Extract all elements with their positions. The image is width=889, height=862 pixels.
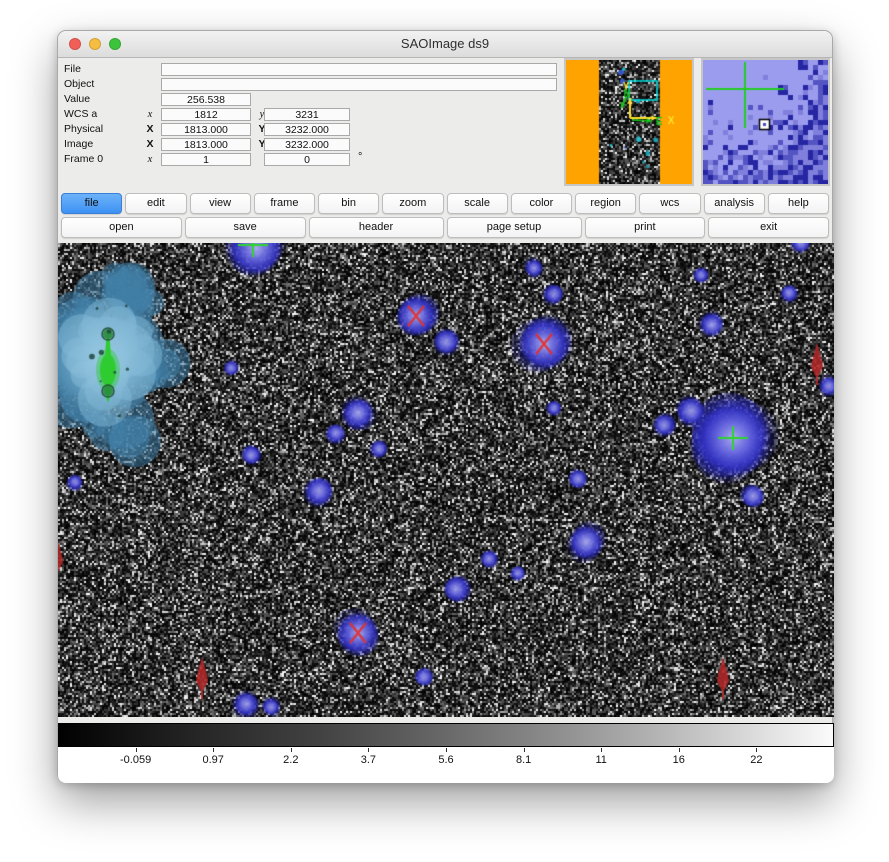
tick-label: 2.2 — [283, 754, 298, 766]
physical-x-axis-label: X — [142, 123, 158, 136]
tick-label: 0.97 — [202, 754, 223, 766]
page-setup-button[interactable]: page setup — [447, 217, 582, 238]
image-x-axis-label: X — [142, 138, 158, 151]
object-label: Object — [64, 78, 154, 91]
tick-label: 16 — [673, 754, 685, 766]
menu-view[interactable]: view — [190, 193, 251, 214]
menu-help[interactable]: help — [768, 193, 829, 214]
colorbar-gradient[interactable] — [58, 723, 834, 747]
object-row: Object — [58, 78, 618, 91]
menu-analysis[interactable]: analysis — [704, 193, 765, 214]
sky-image[interactable] — [58, 243, 834, 717]
tick-label: 22 — [750, 754, 762, 766]
physical-label: Physical — [64, 123, 154, 136]
magnifier — [703, 60, 828, 184]
window-title: SAOImage ds9 — [58, 31, 832, 57]
degree-symbol: ° — [358, 151, 362, 163]
panner[interactable] — [566, 60, 692, 184]
wcs-x-axis-label: x — [142, 108, 158, 121]
save-button[interactable]: save — [185, 217, 306, 238]
titlebar[interactable]: SAOImage ds9 — [58, 31, 832, 58]
frame-x-axis-label: x — [142, 153, 158, 166]
menu-scale[interactable]: scale — [447, 193, 508, 214]
magnifier-frame — [701, 58, 830, 186]
buttonbar: open save header page setup print exit — [59, 217, 831, 238]
menu-frame[interactable]: frame — [254, 193, 315, 214]
tick-mark — [524, 748, 525, 752]
image-row: Image X 1813.000 Y 3232.000 — [58, 138, 618, 151]
tick-label: 11 — [595, 754, 606, 766]
tick-label: 8.1 — [516, 754, 531, 766]
tick-label: -0.059 — [120, 754, 151, 766]
tick-mark — [213, 748, 214, 752]
physical-y-field[interactable]: 3232.000 — [264, 123, 350, 136]
tick-label: 5.6 — [438, 754, 453, 766]
frame-zoom-field[interactable]: 1 — [161, 153, 251, 166]
value-field[interactable]: 256.538 — [161, 93, 251, 106]
value-row: Value 256.538 — [58, 93, 618, 106]
menubar: file edit view frame bin zoom scale colo… — [59, 193, 831, 214]
value-label: Value — [64, 93, 154, 106]
menu-region[interactable]: region — [575, 193, 636, 214]
frame-rotate-field[interactable]: 0 — [264, 153, 350, 166]
image-x-field[interactable]: 1813.000 — [161, 138, 251, 151]
exit-button[interactable]: exit — [708, 217, 829, 238]
image-y-field[interactable]: 3232.000 — [264, 138, 350, 151]
tick-label: 3.7 — [361, 754, 376, 766]
wcs-y-field[interactable]: 3231 — [264, 108, 350, 121]
frame-row: Frame 0 x 1 0 ° — [58, 153, 618, 166]
wcs-row: WCS a x 1812 y 3231 — [58, 108, 618, 121]
tick-mark — [446, 748, 447, 752]
physical-row: Physical X 1813.000 Y 3232.000 — [58, 123, 618, 136]
tick-mark — [601, 748, 602, 752]
menu-color[interactable]: color — [511, 193, 572, 214]
menu-bin[interactable]: bin — [318, 193, 379, 214]
frame-label: Frame 0 — [64, 153, 154, 166]
open-button[interactable]: open — [61, 217, 182, 238]
file-field[interactable] — [161, 63, 557, 76]
tick-mark — [136, 748, 137, 752]
file-label: File — [64, 63, 154, 76]
print-button[interactable]: print — [585, 217, 706, 238]
tick-mark — [756, 748, 757, 752]
colorbar-scale: -0.059 0.97 2.2 3.7 5.6 8.1 11 16 22 — [58, 747, 834, 783]
wcs-x-field[interactable]: 1812 — [161, 108, 251, 121]
tick-mark — [368, 748, 369, 752]
ds9-window: SAOImage ds9 File Object Value 256.538 W… — [57, 30, 833, 782]
tick-mark — [679, 748, 680, 752]
object-field[interactable] — [161, 78, 557, 91]
panner-frame — [564, 58, 694, 186]
wcs-label: WCS a — [64, 108, 154, 121]
header-button[interactable]: header — [309, 217, 444, 238]
image-label: Image — [64, 138, 154, 151]
menu-wcs[interactable]: wcs — [639, 193, 700, 214]
file-row: File — [58, 63, 618, 76]
menu-edit[interactable]: edit — [125, 193, 186, 214]
physical-x-field[interactable]: 1813.000 — [161, 123, 251, 136]
menu-zoom[interactable]: zoom — [382, 193, 443, 214]
tick-mark — [291, 748, 292, 752]
menu-file[interactable]: file — [61, 193, 122, 214]
